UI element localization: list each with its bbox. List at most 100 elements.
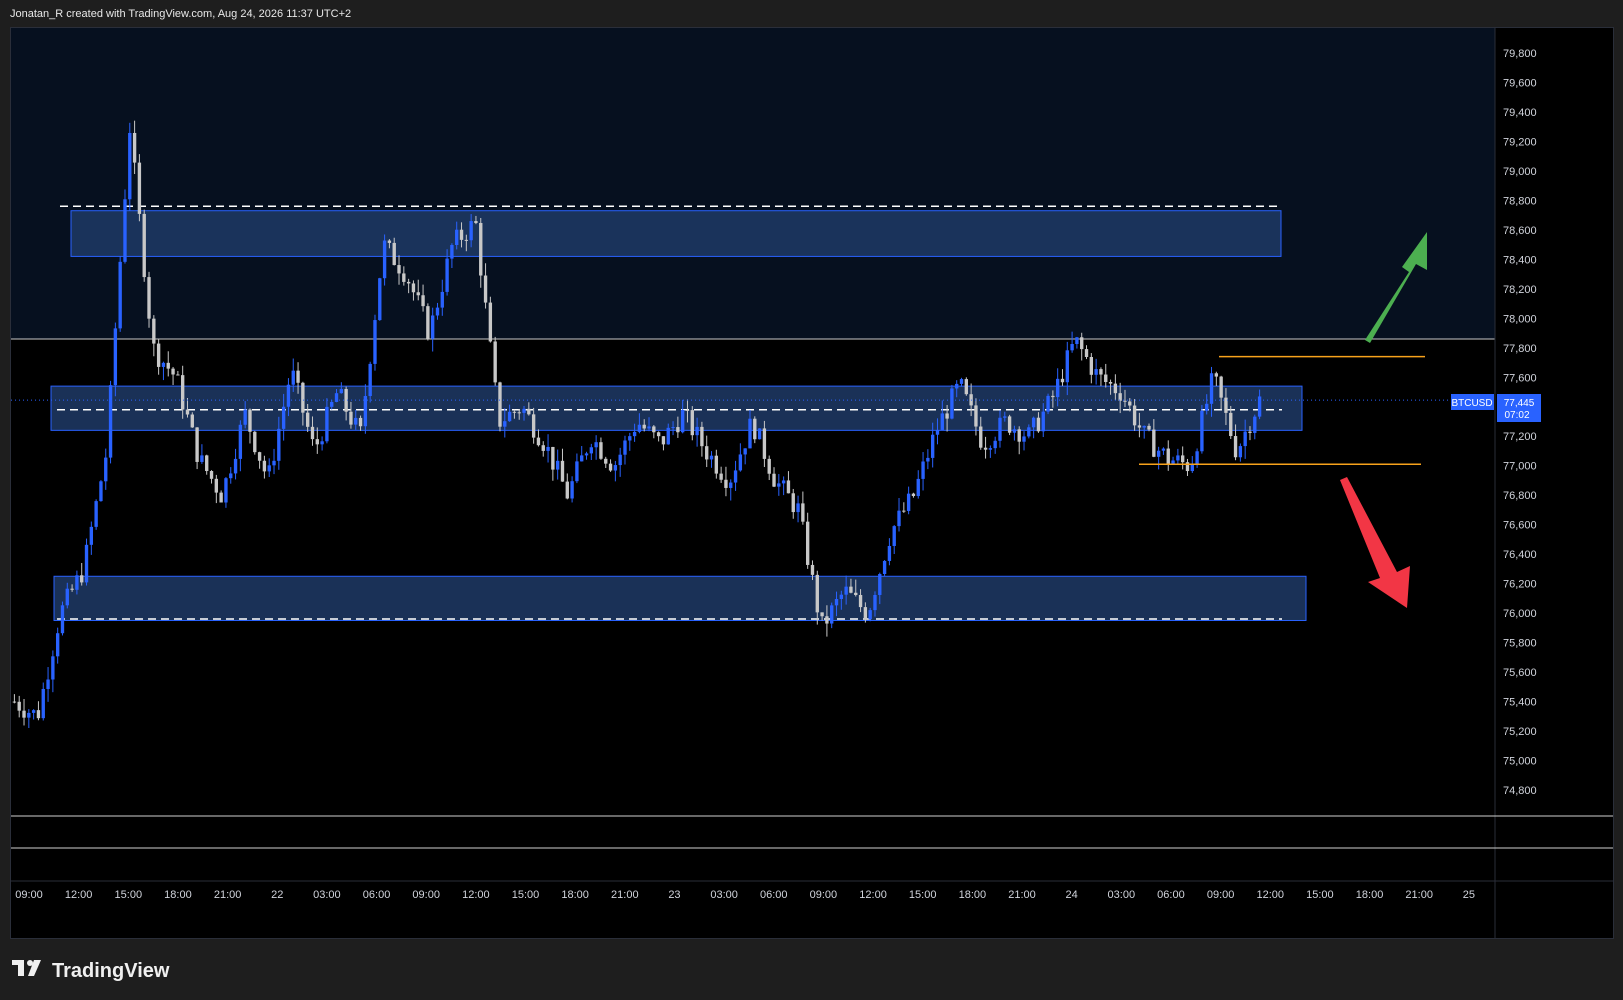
candle-body: [1108, 381, 1113, 384]
candle-body: [65, 588, 69, 606]
tradingview-logo-icon: [12, 958, 46, 984]
candle-body: [652, 426, 656, 433]
candle-body: [705, 446, 709, 460]
candle-body: [618, 454, 622, 466]
candle-body: [128, 132, 132, 200]
y-tick-label: 75,400: [1503, 697, 1537, 709]
candle-body: [906, 493, 911, 511]
candle-body: [555, 460, 560, 470]
upper-area-shade: [11, 28, 1495, 339]
candle-body: [296, 370, 300, 383]
candle-body: [695, 426, 699, 436]
candle-body: [267, 465, 271, 472]
candle-body: [849, 586, 853, 593]
candle-body: [1190, 464, 1194, 472]
x-tick-label: 09:00: [15, 889, 43, 901]
y-tick-label: 79,600: [1503, 77, 1537, 89]
candle-body: [825, 616, 829, 624]
candle-body: [1113, 383, 1118, 394]
x-tick-label: 15:00: [512, 889, 540, 901]
candle-body: [1046, 395, 1050, 412]
upper-resistance-zone[interactable]: [70, 210, 1282, 257]
x-tick-label: 12:00: [859, 889, 887, 901]
candle-body: [551, 446, 555, 470]
x-tick-label: 25: [1463, 889, 1475, 901]
candle-body: [411, 283, 416, 293]
candle-body: [743, 448, 747, 455]
candle-body: [1012, 429, 1017, 433]
candle-body: [1031, 417, 1036, 428]
candle-body: [354, 417, 358, 425]
candle-body: [522, 408, 526, 413]
candle-body: [176, 374, 180, 376]
candle-body: [185, 409, 190, 415]
candle-body: [786, 480, 791, 494]
candle-body: [945, 413, 949, 419]
candle-body: [1099, 369, 1103, 375]
candle-body: [656, 432, 661, 437]
arrow-down-icon: [1340, 477, 1410, 608]
candle-body: [455, 229, 459, 245]
tradingview-brand[interactable]: TradingView: [12, 958, 169, 984]
x-tick-label: 23: [668, 889, 680, 901]
candle-body: [378, 278, 382, 321]
candle-body: [666, 427, 670, 445]
y-tick-label: 77,600: [1503, 372, 1537, 384]
candle-body: [272, 460, 276, 466]
x-tick-label: 09:00: [1207, 889, 1235, 901]
candle-body: [685, 409, 690, 411]
candle-body: [1243, 431, 1247, 447]
y-tick-label: 78,200: [1503, 284, 1537, 296]
x-tick-label: 15:00: [115, 889, 143, 901]
y-tick-label: 78,600: [1503, 225, 1537, 237]
candle-body: [1238, 446, 1243, 458]
candle-body: [281, 406, 286, 429]
y-tick-label: 79,800: [1503, 48, 1537, 60]
candle-body: [1051, 395, 1055, 398]
lower-support-zone[interactable]: [53, 575, 1307, 621]
candle-body: [964, 379, 969, 395]
candle-body: [1248, 431, 1252, 433]
candle-body: [757, 428, 762, 440]
candle-body: [368, 363, 372, 397]
candle-body: [84, 544, 89, 583]
x-tick-label: 18:00: [959, 889, 987, 901]
candle-body: [709, 455, 714, 460]
candle-body: [993, 440, 997, 449]
y-tick-label: 79,200: [1503, 136, 1537, 148]
candle-body: [358, 417, 363, 427]
y-tick-label: 75,000: [1503, 756, 1537, 768]
candle-body: [753, 418, 757, 440]
candle-body: [858, 594, 863, 608]
y-tick-label: 75,800: [1503, 638, 1537, 650]
y-tick-label: 77,200: [1503, 431, 1537, 443]
y-tick-label: 78,800: [1503, 195, 1537, 207]
x-tick-label: 12:00: [462, 889, 490, 901]
candle-body: [1171, 460, 1175, 464]
candle-body: [998, 417, 1002, 441]
candle-body: [315, 439, 319, 445]
candle-body: [503, 421, 507, 427]
candle-body: [1233, 436, 1238, 458]
candle-body: [507, 411, 512, 422]
x-tick-label: 18:00: [164, 889, 192, 901]
y-tick-label: 76,200: [1503, 579, 1537, 591]
countdown-label: 07:02: [1504, 410, 1529, 421]
candle-body: [416, 292, 420, 296]
candle-body: [1022, 436, 1026, 442]
candle-body: [310, 426, 315, 440]
price-chart[interactable]: 79,800 79,600 79,400 79,200 79,000 78,800 78,6…: [0, 0, 1623, 1000]
candle-body: [200, 455, 204, 462]
y-tick-label: 76,600: [1503, 520, 1537, 532]
candle-body: [983, 447, 988, 450]
candle-body: [623, 440, 627, 455]
candle-body: [839, 594, 844, 600]
candle-body: [320, 441, 324, 445]
candle-body: [243, 409, 247, 425]
candle-body: [729, 482, 733, 488]
candle-body: [680, 409, 685, 433]
candle-body: [1180, 455, 1185, 463]
candle-body: [863, 607, 868, 620]
candle-body: [733, 470, 738, 483]
candle-body: [402, 273, 406, 282]
